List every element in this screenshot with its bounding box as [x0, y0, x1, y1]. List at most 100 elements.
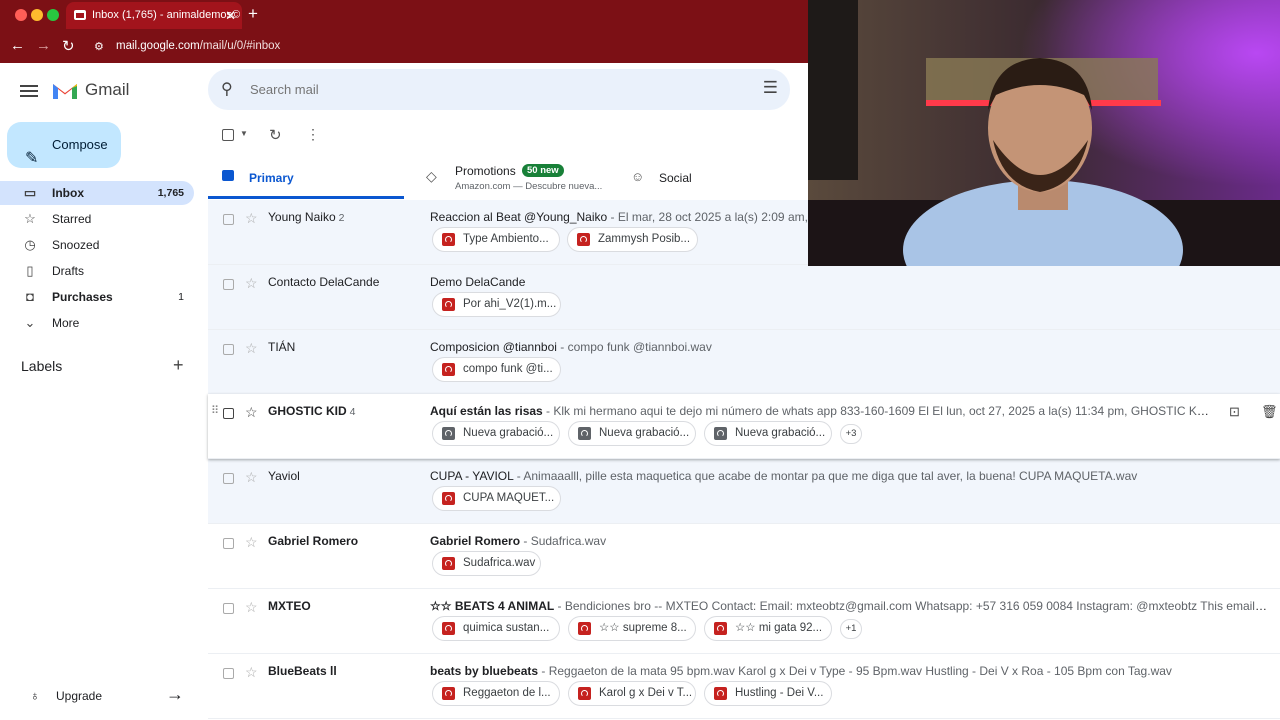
image-file-icon	[442, 427, 455, 440]
row-checkbox[interactable]	[223, 344, 234, 355]
star-icon[interactable]: ☆	[245, 469, 258, 486]
attachment-chip[interactable]: ☆☆ mi gata 92...	[704, 616, 832, 641]
row-checkbox[interactable]	[223, 279, 234, 290]
gmail-logo-icon	[53, 84, 77, 99]
more-options-icon[interactable]: ⋮	[306, 126, 320, 143]
row-checkbox[interactable]	[223, 214, 234, 225]
audio-file-icon	[442, 622, 455, 635]
snippet: - Reggaeton de la mata 95 bpm.wav Karol …	[538, 664, 1172, 678]
sender-name: Gabriel Romero	[268, 534, 359, 548]
email-row[interactable]: ☆ Yaviol CUPA - YAVIOL - Animaaalll, pil…	[208, 459, 1280, 524]
search-icon[interactable]: ⚲	[221, 79, 233, 99]
forward-icon[interactable]: →	[36, 37, 51, 54]
more-attachments[interactable]: +1	[840, 619, 862, 639]
back-icon[interactable]: ←	[10, 37, 25, 54]
email-row[interactable]: ☆ Contacto DelaCande Demo DelaCande Por …	[208, 265, 1280, 330]
sidebar-item-inbox[interactable]: ▭ Inbox 1,765	[0, 181, 194, 205]
subject: Reaccion al Beat @Young_Naiko	[430, 210, 608, 224]
select-dropdown-icon[interactable]: ▼	[240, 129, 248, 138]
main-menu-icon[interactable]	[20, 82, 38, 100]
audio-file-icon	[442, 298, 455, 311]
row-checkbox[interactable]	[223, 408, 234, 419]
audio-file-icon	[442, 492, 455, 505]
email-row[interactable]: ☆ Gabriel Romero Gabriel Romero - Sudafr…	[208, 524, 1280, 589]
attachment-chip[interactable]: Sudafrica.wav	[432, 551, 541, 576]
attachment-chip[interactable]: Zammysh Posib...	[567, 227, 698, 252]
promotions-badge: 50 new	[522, 164, 564, 177]
attachment-chip[interactable]: Hustling - Dei V...	[704, 681, 832, 706]
snippet: - Sudafrica.wav	[520, 534, 607, 548]
subject: ☆☆ BEATS 4 ANIMAL	[430, 599, 555, 613]
webcam-overlay	[808, 0, 1280, 266]
clock-icon: ◷	[24, 237, 36, 252]
browser-tab-bar: Inbox (1,765) - animaldemos© ✕ +	[0, 0, 808, 31]
attachment-chip[interactable]: quimica sustan...	[432, 616, 560, 641]
url-field[interactable]: mail.google.com/mail/u/0/#inbox	[116, 40, 280, 52]
search-options-icon[interactable]: ☰	[763, 78, 778, 98]
sidebar-item-starred[interactable]: ☆ Starred	[0, 207, 194, 231]
row-checkbox[interactable]	[223, 603, 234, 614]
star-icon[interactable]: ☆	[245, 599, 258, 616]
search-bar: ⚲ ☰	[208, 69, 790, 110]
chevron-down-icon: ⌄	[24, 315, 36, 330]
audio-file-icon	[442, 233, 455, 246]
star-icon[interactable]: ☆	[245, 664, 258, 681]
compose-button[interactable]: ✎ Compose	[7, 122, 121, 168]
tab-social[interactable]: ☺ Social	[615, 156, 808, 199]
search-input[interactable]	[250, 77, 730, 102]
reload-icon[interactable]: ↻	[62, 37, 75, 55]
star-icon[interactable]: ☆	[245, 340, 258, 357]
archive-icon[interactable]: ⊡	[1229, 404, 1240, 420]
delete-icon[interactable]: 🗑	[1261, 404, 1278, 420]
sidebar-item-purchases[interactable]: ◘ Purchases 1	[0, 285, 194, 309]
email-row[interactable]: ☆ TIÁN Composicion @tiannboi - compo fun…	[208, 330, 1280, 395]
maximize-window-button[interactable]	[47, 9, 59, 21]
subject: Aquí están las risas	[430, 404, 543, 418]
close-window-button[interactable]	[15, 9, 27, 21]
tab-primary[interactable]: Primary	[208, 156, 404, 199]
minimize-window-button[interactable]	[31, 9, 43, 21]
attachment-chip[interactable]: Por ahi_V2(1).m...	[432, 292, 561, 317]
sidebar-item-more[interactable]: ⌄ More	[0, 311, 194, 335]
image-file-icon	[714, 427, 727, 440]
drag-handle-icon[interactable]: ⠿	[211, 404, 219, 417]
attachment-chip[interactable]: ☆☆ supreme 8...	[568, 616, 696, 641]
subject: Demo DelaCande	[430, 275, 526, 289]
tab-promotions[interactable]: ◇ Promotions 50 new Amazon.com — Descubr…	[410, 156, 615, 199]
browser-tab[interactable]: Inbox (1,765) - animaldemos© ✕	[66, 2, 242, 29]
attachment-chip[interactable]: Reggaeton de l...	[432, 681, 560, 706]
more-attachments[interactable]: +3	[840, 424, 862, 444]
row-checkbox[interactable]	[223, 668, 234, 679]
attachment-chip[interactable]: Karol g x Dei v T...	[568, 681, 696, 706]
close-tab-icon[interactable]: ✕	[225, 2, 236, 29]
star-icon[interactable]: ☆	[245, 534, 258, 551]
row-checkbox[interactable]	[223, 538, 234, 549]
star-icon[interactable]: ☆	[245, 210, 258, 227]
star-icon[interactable]: ☆	[245, 404, 258, 421]
new-tab-button[interactable]: +	[248, 4, 258, 24]
row-checkbox[interactable]	[223, 473, 234, 484]
address-bar: ← → ↻ ⚙ mail.google.com/mail/u/0/#inbox	[0, 31, 808, 63]
attachment-chip[interactable]: Type Ambiento...	[432, 227, 560, 252]
email-row[interactable]: ⠿ ☆ GHOSTIC KID 4 Aquí están las risas - …	[208, 394, 1280, 459]
add-label-icon[interactable]: +	[173, 355, 184, 376]
refresh-icon[interactable]: ↻	[269, 126, 282, 144]
gmail-favicon-icon	[74, 10, 86, 20]
sidebar-item-drafts[interactable]: ▯ Drafts	[0, 259, 194, 283]
attachment-chip[interactable]: Nueva grabació...	[704, 421, 832, 446]
attachment-chip[interactable]: Nueva grabació...	[568, 421, 696, 446]
attachment-chip[interactable]: CUPA MAQUET...	[432, 486, 561, 511]
select-all-checkbox[interactable]	[222, 129, 234, 141]
star-icon[interactable]: ☆	[245, 275, 258, 292]
sidebar-item-snoozed[interactable]: ◷ Snoozed	[0, 233, 194, 257]
tag-icon: ◇	[426, 168, 437, 184]
attachment-chip[interactable]: compo funk @ti...	[432, 357, 561, 382]
email-row[interactable]: ☆ BlueBeats ll beats by bluebeats - Regg…	[208, 654, 1280, 719]
thread-count: 4	[349, 406, 356, 418]
email-row[interactable]: ☆ MXTEO ☆☆ BEATS 4 ANIMAL - Bendiciones …	[208, 589, 1280, 654]
site-settings-icon[interactable]: ⚙	[94, 40, 104, 53]
attachment-chip[interactable]: Nueva grabació...	[432, 421, 560, 446]
sender-name: Contacto DelaCande	[268, 275, 380, 289]
upgrade-link[interactable]: Upgrade	[56, 689, 102, 703]
arrow-right-icon[interactable]: →	[166, 684, 184, 705]
